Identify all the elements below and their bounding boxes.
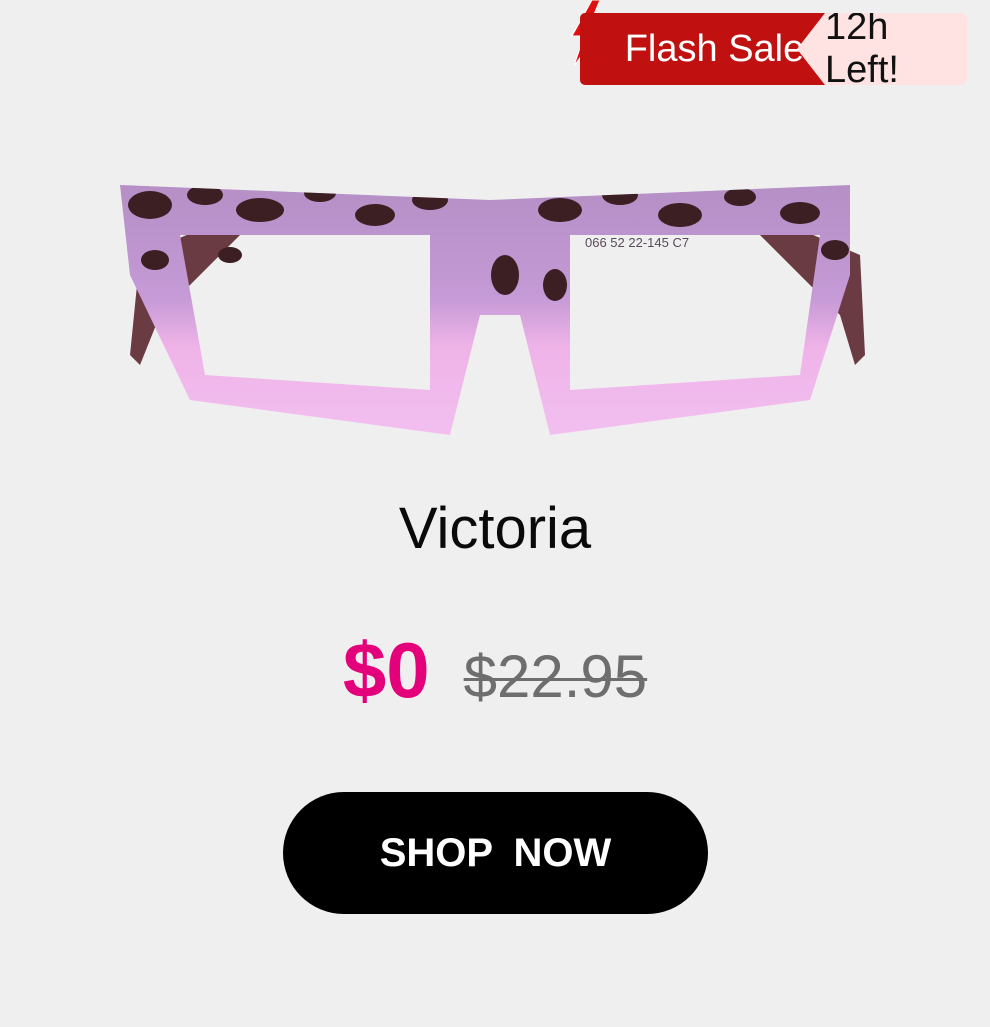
original-price: $22.95 bbox=[463, 643, 648, 710]
flash-sale-badge: Flash Sale 12h Left! bbox=[580, 13, 967, 85]
flash-sale-label: Flash Sale bbox=[580, 13, 825, 85]
shop-now-button[interactable]: SHOP NOW bbox=[283, 792, 708, 914]
sale-price: $0 bbox=[342, 626, 430, 714]
product-name[interactable]: Victoria bbox=[0, 495, 990, 562]
countdown-label: 12h Left! bbox=[797, 13, 967, 85]
frame-inscription: 066 52 22-145 C7 bbox=[585, 235, 689, 250]
price-row: $0 $22.95 bbox=[0, 625, 990, 716]
eyeglasses-product-image[interactable]: 066 52 22-145 C7 bbox=[110, 165, 890, 440]
